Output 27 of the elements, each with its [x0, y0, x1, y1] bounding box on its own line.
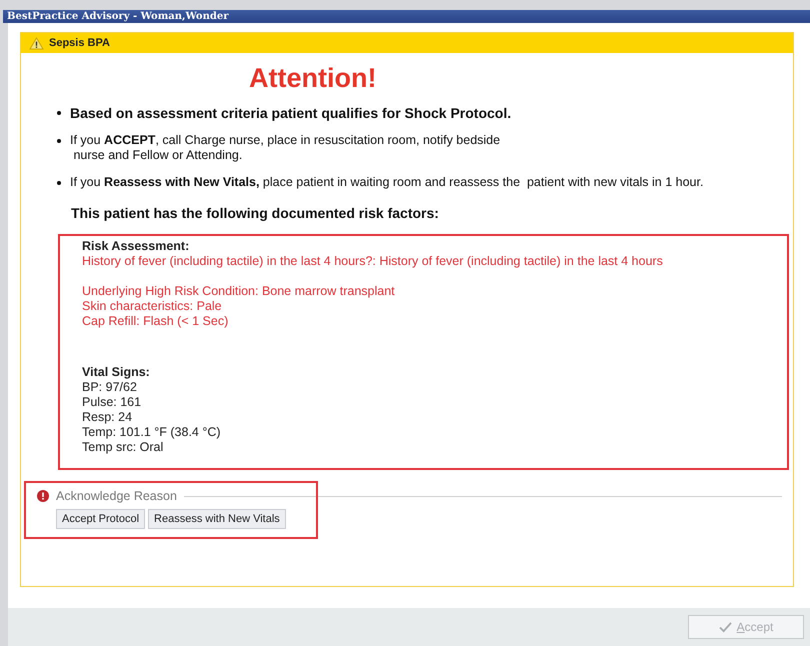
- warning-icon: [29, 36, 44, 50]
- instruction-text: If you ACCEPT, call Charge nurse, place in resuscitation room, notify bedside nurse and Fellow or Attending.: [70, 133, 500, 163]
- risk-factor-text: History of fever (including tactile) in the last 4 hours?: History of fever (including tactile) in the last 4 hours: [82, 254, 664, 269]
- window-title: BestPractice Advisory - Woman,Wonder: [7, 11, 228, 22]
- risk-factor-text: Underlying High Risk Condition: Bone marrow transplant: [82, 284, 396, 299]
- vital-sign-text: Pulse: 161: [82, 395, 142, 410]
- checkmark-icon: [718, 622, 732, 632]
- vital-sign-text: Resp: 24: [82, 410, 134, 425]
- reason-button[interactable]: Reassess with New Vitals: [148, 509, 286, 529]
- bullet-icon: [57, 181, 61, 185]
- attention-heading: Attention!: [249, 62, 378, 95]
- alert-title: Sepsis BPA: [49, 37, 110, 49]
- vital-sign-text: BP: 97/62: [82, 380, 138, 395]
- risk-factors-heading: This patient has the following documented risk factors:: [71, 205, 440, 221]
- vital-sign-text: Temp src: Oral: [82, 440, 164, 455]
- bullet-icon: [57, 139, 61, 143]
- risk-factor-text: Skin characteristics: Pale: [82, 299, 223, 314]
- vital-sign-text: Temp: 101.1 °F (38.4 °C): [82, 425, 222, 440]
- reason-button[interactable]: Accept Protocol: [56, 509, 146, 529]
- error-icon: [37, 490, 49, 502]
- acknowledge-label: Acknowledge Reason: [56, 489, 177, 503]
- instruction-text: If you Reassess with New Vitals, place patient in waiting room and reassess the patient with new vitals in 1 hour.: [70, 175, 704, 190]
- section-heading: Risk Assessment:: [82, 239, 190, 254]
- section-heading: Vital Signs:: [82, 365, 151, 380]
- instruction-text: Based on assessment criteria patient qualifies for Shock Protocol.: [70, 105, 512, 121]
- risk-factor-text: Cap Refill: Flash (< 1 Sec): [82, 314, 230, 329]
- bullet-icon: [57, 111, 61, 115]
